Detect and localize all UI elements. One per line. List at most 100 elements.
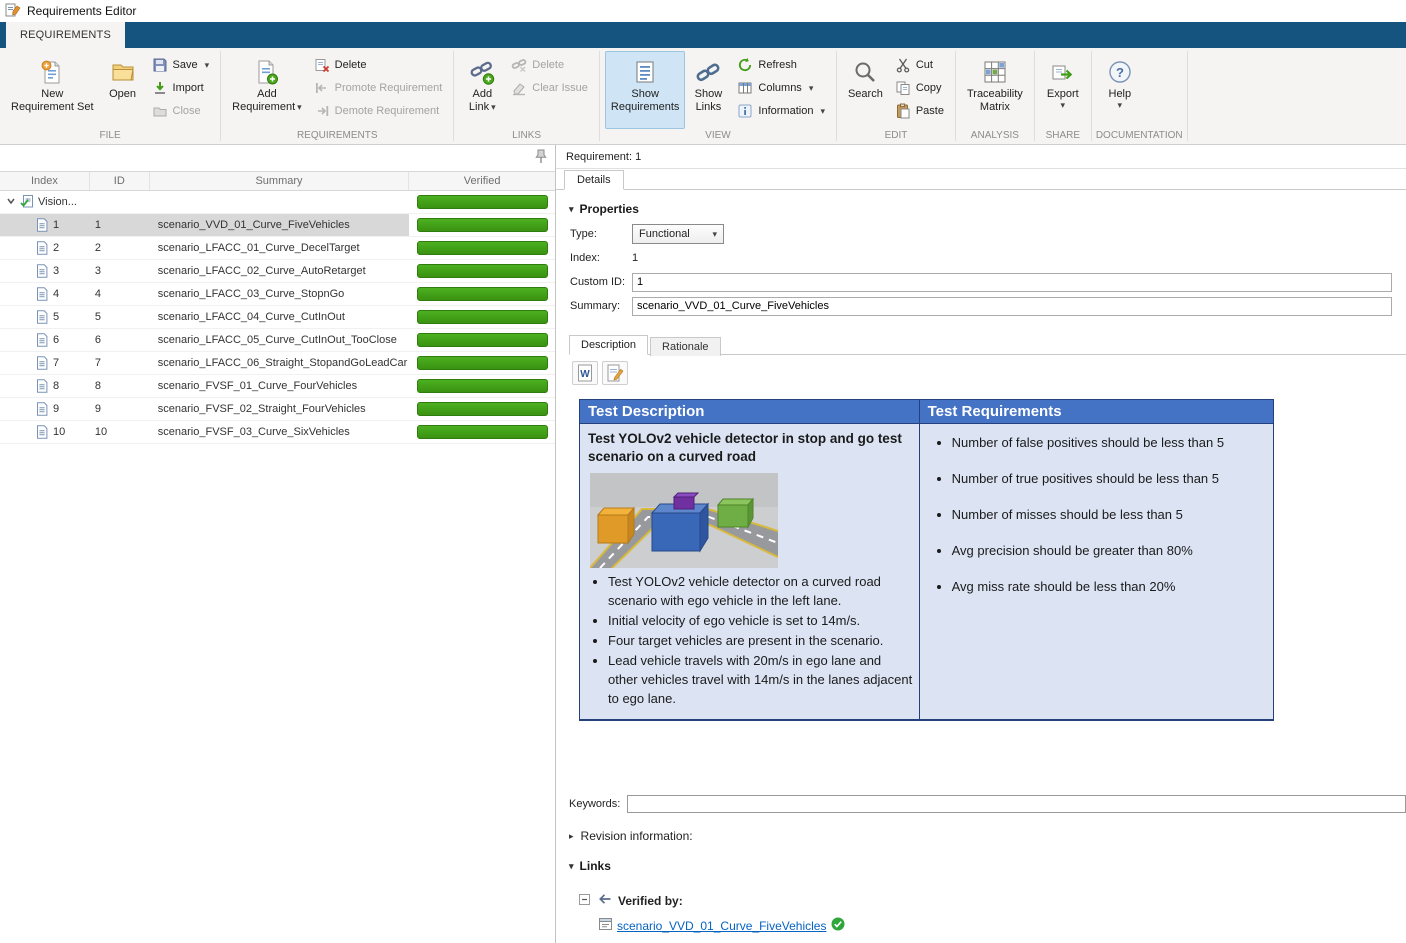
tab-description[interactable]: Description [569,335,648,355]
cut-icon [895,57,911,73]
import-icon [152,80,168,96]
table-row[interactable]: 2 2 scenario_LFACC_01_Curve_DecelTarget [0,237,555,260]
table-row[interactable]: 4 4 scenario_LFACC_03_Curve_StopnGo [0,283,555,306]
check-badge-icon [831,917,845,934]
requirement-icon [36,218,48,232]
cut-button[interactable]: Cut [891,55,948,75]
chevron-down-icon[interactable] [6,196,16,209]
verified-bar [417,310,548,324]
dropdown-arrow-icon: ▾ [1061,101,1066,110]
verified-by-arrow-icon [596,893,612,908]
dropdown-arrow-icon: ▾ [809,83,814,94]
refresh-button[interactable]: Refresh [733,55,829,75]
delete-icon [314,57,330,73]
export-icon [1050,56,1076,88]
demote-requirement-button[interactable]: Demote Requirement [310,101,447,121]
save-label: Save [173,59,198,71]
demote-requirement-label: Demote Requirement [335,105,440,117]
add-requirement-button[interactable]: Add Requirement▾ [226,51,308,129]
traceability-matrix-button[interactable]: Traceability Matrix [961,51,1029,129]
save-button[interactable]: Save ▾ [148,55,214,75]
table-row[interactable]: 1 1 scenario_VVD_01_Curve_FiveVehicles [0,214,555,237]
tab-details[interactable]: Details [564,170,624,190]
promote-requirement-button[interactable]: Promote Requirement [310,78,447,98]
close-button[interactable]: Close [148,101,214,121]
test-requirements-bullets: Number of false positives should be less… [926,434,1267,596]
promote-requirement-label: Promote Requirement [335,82,443,94]
group-documentation: ? Help ▾ DOCUMENTATION [1092,48,1187,144]
show-requirements-button[interactable]: Show Requirements [605,51,685,129]
show-links-button[interactable]: Show Links [685,51,731,129]
dropdown-arrow-icon: ▾ [491,102,496,112]
clear-issue-button[interactable]: Clear Issue [507,78,592,98]
table-row[interactable]: 3 3 scenario_LFACC_02_Curve_AutoRetarget [0,260,555,283]
close-icon [152,103,168,119]
tree-collapse-icon[interactable] [579,894,590,908]
index-value: 1 [632,252,638,264]
verified-by-link[interactable]: scenario_VVD_01_Curve_FiveVehicles [617,919,826,933]
verified-bar [417,379,548,393]
details-content: ▾ Properties Type: Functional ▾ Index: 1… [556,190,1406,943]
table-row[interactable]: 10 10 scenario_FVSF_03_Curve_SixVehicles [0,421,555,444]
information-button[interactable]: Information ▾ [733,101,829,121]
ribbon-tabstrip: REQUIREMENTS [0,22,1406,48]
dropdown-arrow-icon: ▾ [297,102,302,112]
open-button[interactable]: Open [100,51,146,129]
table-row[interactable]: 5 5 scenario_LFACC_04_Curve_CutInOut [0,306,555,329]
scenario-image [590,473,778,568]
add-link-button[interactable]: Add Link▾ [459,51,505,129]
paste-label: Paste [916,105,944,117]
new-requirement-set-button[interactable]: New Requirement Set [5,51,100,129]
paste-button[interactable]: Paste [891,101,948,121]
links-section-header[interactable]: ▾ Links [556,857,1406,879]
show-links-label: Show Links [695,88,723,113]
verified-bar [417,218,548,232]
tab-requirements[interactable]: REQUIREMENTS [6,22,125,48]
table-row[interactable]: 7 7 scenario_LFACC_06_Straight_StopandGo… [0,352,555,375]
properties-section-header[interactable]: ▾ Properties [556,190,1406,222]
verified-bar [417,425,548,439]
details-tabstrip: Details [556,169,1406,190]
table-row[interactable]: 6 6 scenario_LFACC_05_Curve_CutInOut_Too… [0,329,555,352]
verified-bar [417,264,548,278]
copy-icon [895,80,911,96]
columns-button[interactable]: Columns ▾ [733,78,829,98]
help-button[interactable]: ? Help ▾ [1097,51,1143,129]
table-row[interactable]: 8 8 scenario_FVSF_01_Curve_FourVehicles [0,375,555,398]
pin-icon[interactable] [535,149,547,167]
keywords-label: Keywords: [569,798,627,810]
search-button[interactable]: Search [842,51,889,129]
export-button[interactable]: Export ▾ [1040,51,1086,129]
column-header-verified[interactable]: Verified [409,172,555,190]
copy-button[interactable]: Copy [891,78,948,98]
test-description-title: Test YOLOv2 vehicle detector in stop and… [586,428,913,466]
dropdown-arrow-icon: ▾ [820,106,825,117]
column-header-summary[interactable]: Summary [150,172,410,190]
help-icon: ? [1107,56,1133,88]
add-requirement-label: Add Requirement [232,88,295,113]
edit-description-button[interactable] [602,361,628,385]
import-button[interactable]: Import [148,78,214,98]
demote-icon [314,103,330,119]
keywords-field[interactable] [627,795,1406,813]
summary-field[interactable] [632,297,1392,316]
test-description-cell: Test YOLOv2 vehicle detector in stop and… [580,424,920,721]
column-header-id[interactable]: ID [90,172,150,190]
open-in-word-button[interactable]: W [572,361,598,385]
delete-link-button[interactable]: Delete [507,55,592,75]
revision-section-header[interactable]: ▸ Revision information: [569,829,1406,843]
tab-rationale[interactable]: Rationale [650,337,720,356]
type-dropdown[interactable]: Functional ▾ [632,224,724,244]
group-file: New Requirement Set Open Save ▾ Import [0,48,220,144]
promote-icon [314,80,330,96]
column-header-index[interactable]: Index [0,172,90,190]
verified-bar [417,402,548,416]
requirement-set-row[interactable]: Vision... [0,191,555,214]
group-label-analysis: ANALYSIS [956,129,1034,144]
delete-link-icon [511,57,527,73]
group-label-links: LINKS [454,129,599,144]
show-requirements-icon [632,56,658,88]
custom-id-field[interactable] [632,273,1392,292]
delete-requirement-button[interactable]: Delete [310,55,447,75]
table-row[interactable]: 9 9 scenario_FVSF_02_Straight_FourVehicl… [0,398,555,421]
